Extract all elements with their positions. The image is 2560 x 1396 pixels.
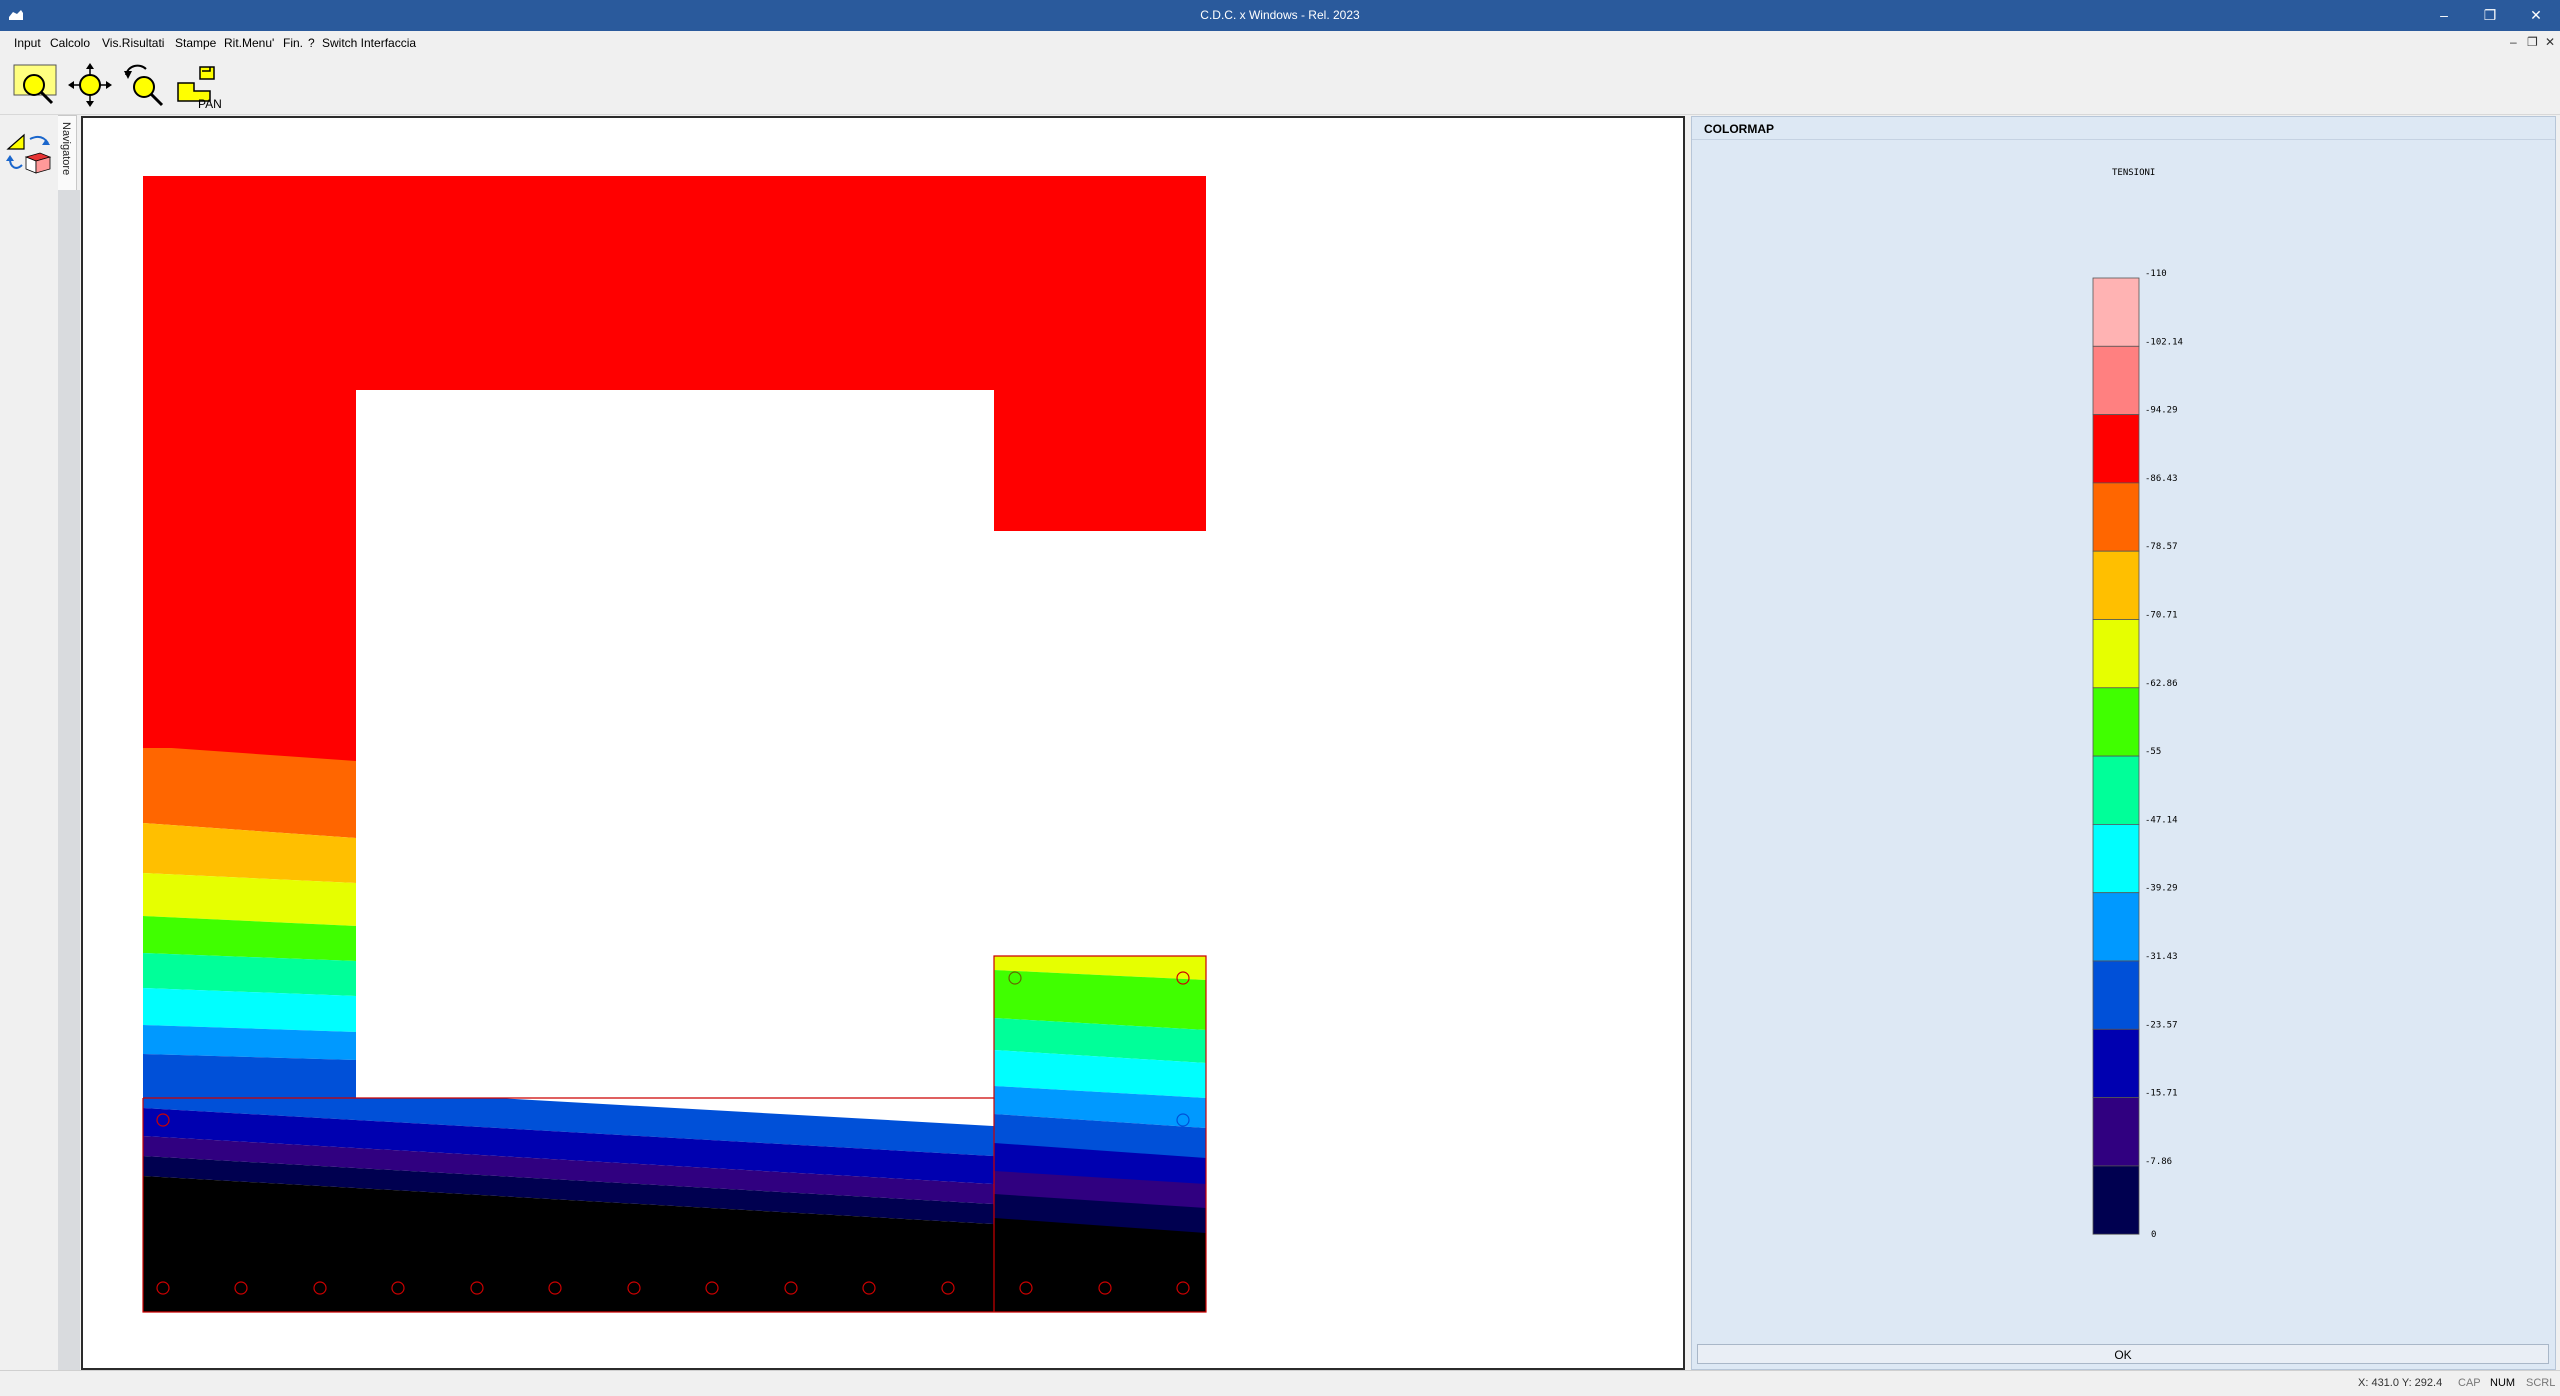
colormap-band [2092, 1028, 2140, 1098]
ok-button[interactable]: OK [1697, 1344, 2549, 1364]
colormap-label: -23.57 [2145, 1020, 2178, 1030]
right-web-bands [994, 956, 1206, 1312]
colormap-band [2092, 619, 2140, 689]
colormap-label: -31.43 [2145, 952, 2178, 962]
menu-help[interactable]: ? [308, 36, 315, 50]
colormap-band [2092, 960, 2140, 1030]
menu-input[interactable]: Input [14, 36, 41, 50]
colormap-band [2092, 755, 2140, 825]
cursor-coordinates: X: 431.0 Y: 292.4 [2358, 1377, 2443, 1389]
colormap-band [2092, 277, 2140, 347]
left-tool-strip [0, 115, 58, 1370]
menu-stampe[interactable]: Stampe [175, 36, 216, 50]
colormap-band [2092, 1097, 2140, 1167]
section-red-region [143, 176, 1206, 761]
colormap-label: -15.71 [2145, 1089, 2178, 1099]
colormap-band [2092, 892, 2140, 962]
colormap-band [2092, 550, 2140, 620]
colormap-panel: COLORMAP TENSIONI -110 -102.14 -94.29 -86.4… [1691, 116, 2556, 1370]
zoom-window-icon[interactable] [12, 61, 60, 109]
colormap-band [2092, 482, 2140, 552]
colormap-legend: TENSIONI -110 -102.14 -94.29 -86.43 -78.57 -7… [2092, 168, 2183, 1240]
colormap-label: -102.14 [2145, 337, 2183, 347]
mdi-restore-button[interactable]: ❐ [2527, 35, 2538, 49]
colormap-label: -70.71 [2145, 611, 2178, 621]
menu-fin[interactable]: Fin. [283, 36, 303, 50]
zoom-extents-icon[interactable] [66, 61, 114, 109]
navigator-tab-label: Navigatore [60, 122, 72, 176]
status-bar: X: 431.0 Y: 292.4 CAP NUM SCRL [0, 1370, 2560, 1396]
zoom-previous-icon[interactable] [120, 61, 168, 109]
colormap-label: -78.57 [2145, 542, 2178, 552]
menu-bar: Input Calcolo Vis.Risultati Stampe Rit.M… [0, 31, 2560, 55]
menu-rit-menu[interactable]: Rit.Menu' [224, 36, 274, 50]
band-orange [143, 748, 356, 838]
colormap-labels: -110 -102.14 -94.29 -86.43 -78.57 -70.71 -62.8… [2145, 269, 2183, 1240]
drawing-canvas[interactable] [81, 116, 1685, 1370]
num-indicator: NUM [2490, 1377, 2516, 1389]
window-title: C.D.C. x Windows - Rel. 2023 [1200, 8, 1360, 22]
colormap-label: -39.29 [2145, 884, 2178, 894]
menu-switch-interfaccia[interactable]: Switch Interfaccia [322, 36, 416, 50]
colormap-label: 0 [2151, 1230, 2156, 1240]
colormap-band [2092, 687, 2140, 757]
title-bar: C.D.C. x Windows - Rel. 2023 – ❐ ✕ [0, 0, 2560, 31]
restore-button[interactable]: ❐ [2467, 0, 2513, 31]
menu-vis-risultati[interactable]: Vis.Risultati [102, 36, 164, 50]
colormap-subtitle: TENSIONI [2112, 168, 2155, 178]
rweb-band-black [994, 1218, 1206, 1312]
colormap-label: -86.43 [2145, 474, 2178, 484]
mdi-minimize-button[interactable]: – [2510, 35, 2517, 49]
close-button[interactable]: ✕ [2513, 0, 2559, 31]
colormap-bands [2092, 277, 2140, 1235]
navigator-tab[interactable]: Navigatore [58, 115, 77, 192]
colormap-label: -55 [2145, 747, 2161, 757]
colormap-label: -110 [2145, 269, 2167, 279]
colormap-band [2092, 345, 2140, 416]
colormap-band [2092, 1165, 2140, 1235]
navigation-tools-icon[interactable] [4, 127, 54, 175]
left-panel-gap [58, 190, 80, 1370]
colormap-label: -62.86 [2145, 679, 2178, 689]
cap-indicator: CAP [2458, 1377, 2481, 1389]
menu-calcolo[interactable]: Calcolo [50, 36, 90, 50]
section-stress-plot [142, 176, 1207, 1313]
left-web-bands [143, 748, 356, 1103]
colormap-label: -94.29 [2145, 406, 2178, 416]
band-blue [143, 1054, 356, 1103]
pan-label: PAN [198, 97, 222, 109]
colormap-band [2092, 414, 2140, 484]
pan-icon[interactable]: PAN [174, 61, 222, 109]
colormap-band [2092, 824, 2140, 894]
mdi-close-button[interactable]: ✕ [2545, 35, 2555, 49]
minimize-button[interactable]: – [2421, 0, 2467, 31]
toolbar: PAN [0, 55, 2560, 115]
scrl-indicator: SCRL [2526, 1377, 2556, 1389]
colormap-label: -7.86 [2145, 1157, 2172, 1167]
colormap-label: -47.14 [2145, 815, 2178, 825]
